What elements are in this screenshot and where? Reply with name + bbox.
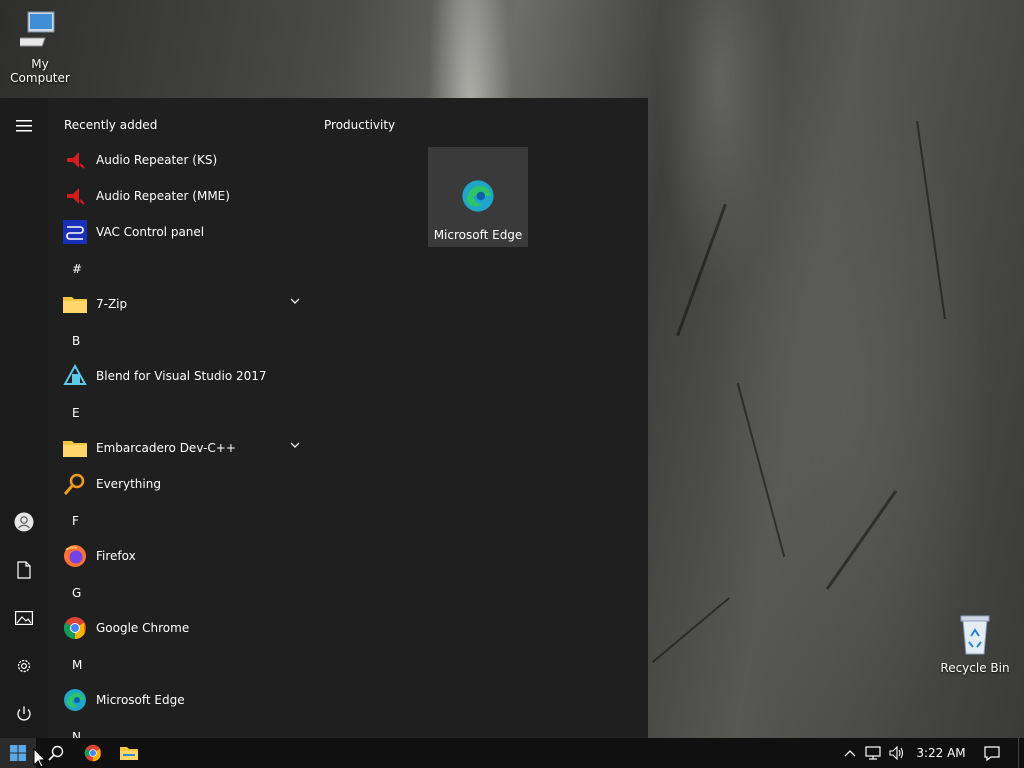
folder-icon (120, 747, 138, 760)
settings-button[interactable] (8, 650, 40, 682)
hamburger-icon (16, 120, 32, 132)
audio-repeater-icon (62, 147, 88, 173)
desktop-icon-label: My Computer (10, 57, 70, 85)
chevron-up-icon (844, 750, 856, 757)
account-button[interactable] (8, 506, 40, 538)
recycle-bin-icon (960, 615, 990, 655)
section-letter-g[interactable]: G (72, 586, 81, 600)
computer-icon (11, 11, 55, 47)
clock[interactable]: 3:22 AM (912, 738, 970, 768)
blend-icon (62, 363, 88, 389)
mouse-cursor-icon (33, 748, 45, 768)
app-label: Blend for Visual Studio 2017 (96, 369, 267, 383)
taskbar-chrome-button[interactable] (76, 738, 110, 768)
app-list[interactable]: Recently added Audio Repeater (KS) Audio… (48, 98, 308, 738)
app-item-7zip[interactable]: 7-Zip (62, 286, 306, 322)
start-rail (0, 98, 48, 738)
user-avatar-icon (14, 512, 34, 532)
app-label: Everything (96, 477, 161, 491)
search-icon (48, 745, 64, 761)
power-icon (17, 706, 31, 721)
app-label: Microsoft Edge (96, 693, 185, 707)
app-item-firefox[interactable]: Firefox (62, 538, 306, 574)
audio-repeater-icon (62, 183, 88, 209)
section-letter-f[interactable]: F (72, 514, 79, 528)
tile-microsoft-edge[interactable]: Microsoft Edge (428, 147, 528, 247)
speaker-icon (889, 746, 904, 760)
start-menu: Recently added Audio Repeater (KS) Audio… (0, 98, 648, 738)
app-label: Google Chrome (96, 621, 190, 635)
app-item-google-chrome[interactable]: Google Chrome (62, 610, 306, 646)
section-letter-n[interactable]: N (72, 730, 81, 738)
everything-icon (62, 471, 88, 497)
app-label: Embarcadero Dev-C++ (96, 441, 236, 455)
action-center-button[interactable] (978, 738, 1006, 768)
document-icon (17, 561, 31, 579)
app-label: Firefox (96, 549, 136, 563)
desktop-icon-my-computer[interactable]: My Computer (0, 8, 80, 85)
chrome-icon (62, 615, 88, 641)
section-letter-e[interactable]: E (72, 406, 80, 420)
gear-icon (17, 659, 31, 673)
windows-logo-icon (10, 745, 26, 761)
chevron-down-icon[interactable] (290, 297, 300, 305)
tile-label: Microsoft Edge (433, 228, 523, 242)
network-icon (865, 746, 881, 760)
app-label: VAC Control panel (96, 225, 205, 239)
section-letter-b[interactable]: B (72, 334, 80, 348)
taskbar: 3:22 AM (0, 738, 1024, 768)
desktop-icon-recycle-bin[interactable]: Recycle Bin (935, 612, 1015, 675)
app-item-microsoft-edge[interactable]: Microsoft Edge (62, 682, 306, 718)
app-label: Audio Repeater (KS) (96, 153, 218, 167)
taskbar-file-explorer-button[interactable] (112, 738, 146, 768)
notification-icon (984, 745, 1000, 761)
firefox-icon (62, 543, 88, 569)
tile-group-title[interactable]: Productivity (324, 118, 395, 132)
expand-menu-button[interactable] (8, 110, 40, 142)
show-desktop-button[interactable] (1018, 738, 1024, 768)
chrome-icon (84, 744, 102, 762)
power-button[interactable] (8, 698, 40, 730)
chevron-down-icon[interactable] (290, 441, 300, 449)
app-item-embarcadero-dev-cpp[interactable]: Embarcadero Dev-C++ (62, 430, 306, 466)
pictures-button[interactable] (8, 602, 40, 634)
desktop-icon-label: Recycle Bin (940, 661, 1010, 675)
app-item-blend[interactable]: Blend for Visual Studio 2017 (62, 358, 306, 394)
app-label: Audio Repeater (MME) (96, 189, 230, 203)
app-item-everything[interactable]: Everything (62, 466, 306, 502)
start-button[interactable] (0, 738, 36, 768)
network-button[interactable] (862, 738, 884, 768)
vac-icon (62, 219, 88, 245)
pictures-icon (15, 611, 33, 625)
edge-icon (62, 687, 88, 713)
app-item-vac-control-panel[interactable]: VAC Control panel (62, 214, 306, 250)
app-label: 7-Zip (96, 297, 128, 311)
section-letter-hash[interactable]: # (72, 262, 82, 276)
section-letter-m[interactable]: M (72, 658, 82, 672)
app-item-audio-repeater-ks[interactable]: Audio Repeater (KS) (62, 142, 306, 178)
show-hidden-icons-button[interactable] (840, 738, 860, 768)
folder-icon (62, 435, 88, 461)
documents-button[interactable] (8, 554, 40, 586)
app-item-audio-repeater-mme[interactable]: Audio Repeater (MME) (62, 178, 306, 214)
folder-icon (62, 291, 88, 317)
recently-added-heading: Recently added (64, 118, 158, 132)
edge-icon (462, 180, 494, 212)
volume-button[interactable] (886, 738, 908, 768)
